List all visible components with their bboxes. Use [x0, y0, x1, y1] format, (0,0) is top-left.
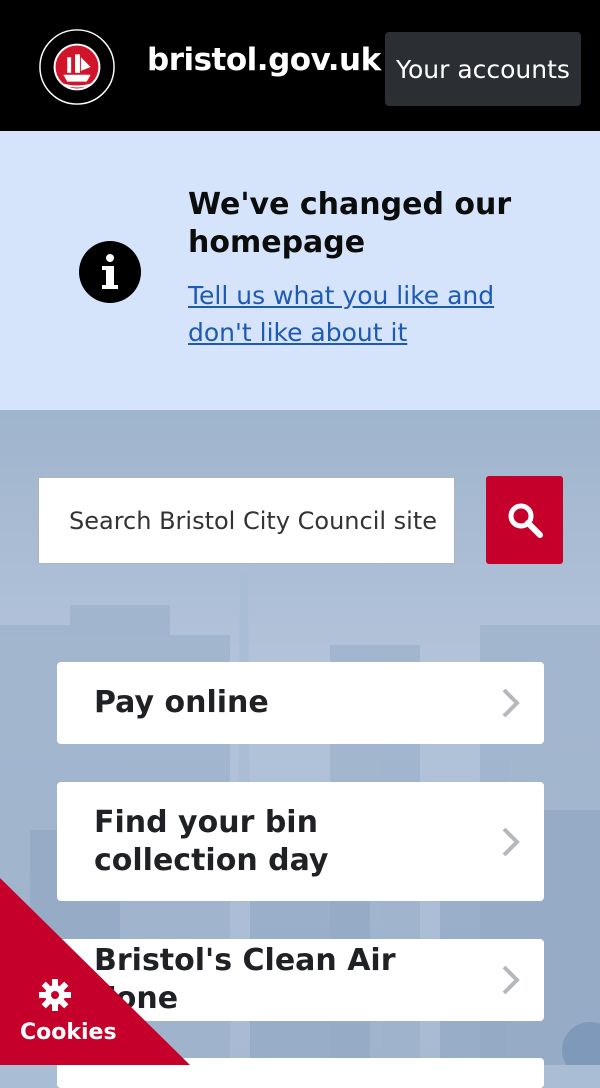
- feedback-link[interactable]: Tell us what you like and don't like abo…: [188, 277, 518, 351]
- notice-title: We've changed our homepage: [188, 187, 512, 260]
- quick-link-label: Pay online: [94, 685, 269, 720]
- your-accounts-button[interactable]: Your accounts: [385, 32, 581, 106]
- site-name[interactable]: bristol.gov.uk: [147, 42, 381, 78]
- search-icon: [508, 503, 543, 538]
- chevron-right-icon: [502, 688, 520, 718]
- gear-icon: [39, 979, 71, 1011]
- chevron-right-icon: [502, 965, 520, 995]
- site-search-input[interactable]: [38, 477, 455, 564]
- quick-link-pay-online[interactable]: Pay online: [57, 662, 544, 744]
- council-crest-logo[interactable]: [38, 28, 116, 106]
- info-icon: [79, 241, 141, 303]
- site-header: bristol.gov.uk Your accounts: [0, 0, 600, 131]
- search-button[interactable]: [486, 476, 563, 564]
- cookies-label[interactable]: Cookies: [20, 1020, 117, 1045]
- chevron-right-icon: [502, 827, 520, 856]
- quick-link-label: Find your bin collection day: [94, 804, 329, 878]
